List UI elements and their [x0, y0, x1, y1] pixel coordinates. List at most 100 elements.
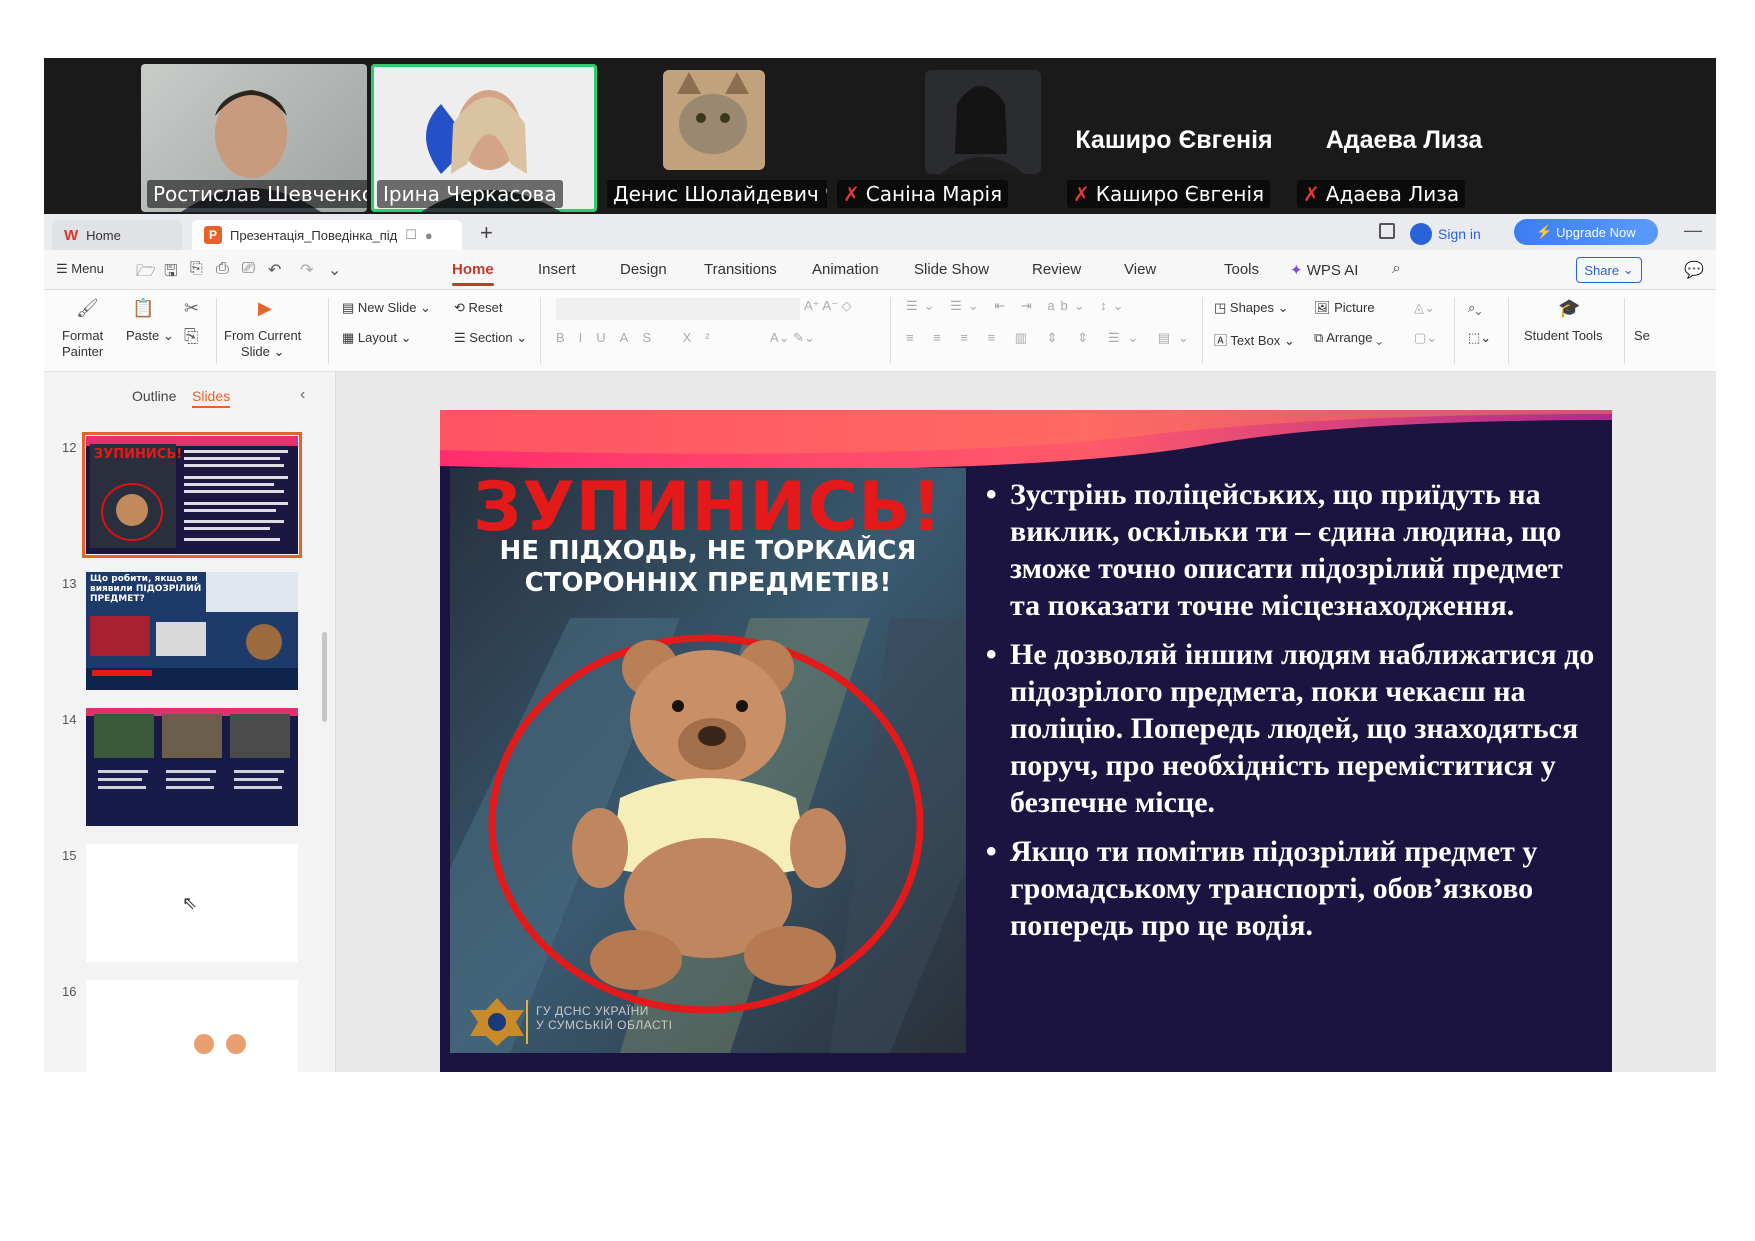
wps-ai-label: WPS AI [1306, 262, 1359, 279]
participant-tile[interactable]: Адаева Лиза ✗ Адаева Лиза [1291, 64, 1517, 212]
participant-tile-active[interactable]: Ірина Черкасова [371, 64, 597, 212]
paste-button[interactable]: Paste ⌄ [126, 328, 174, 344]
grow-font-icon[interactable]: A⁺ A⁻ ◇ [804, 298, 852, 314]
tab-tools[interactable]: Tools [1224, 261, 1259, 278]
from-current-slide-button[interactable]: From Current Slide ⌄ [224, 328, 301, 360]
participant-tile[interactable]: ✗ Саніна Марія [831, 64, 1057, 212]
collapse-pane-icon[interactable]: ‹ [300, 386, 305, 404]
reset-icon: ⟲ [454, 300, 469, 315]
outline-icon[interactable]: ▢⌄ [1414, 330, 1437, 346]
slide-number: 13 [62, 576, 77, 591]
tab-slides[interactable]: Slides [192, 388, 231, 408]
ribbon-divider [1454, 298, 1455, 364]
list-buttons[interactable]: ☰⌄ ☰⌄ ⇤ ⇥ ab⌄ ↕⌄ [906, 298, 1130, 314]
slide-thumbnail-12[interactable]: ЗУПИНИСЬ! [82, 432, 302, 558]
format-painter-button[interactable]: Format Painter [62, 328, 103, 360]
student-tools-button[interactable]: Student Tools [1524, 328, 1603, 343]
tab-design[interactable]: Design [620, 261, 667, 278]
font-format-buttons[interactable]: BIUAS X² [556, 330, 724, 345]
arrange-icon: ⧉ [1314, 330, 1327, 345]
participant-name: ✗ Каширо Євгенія [1067, 180, 1271, 208]
ribbon-divider [328, 298, 329, 364]
shapes-button[interactable]: ◳ Shapes ⌄ [1214, 300, 1289, 316]
tab-home[interactable]: Home [452, 261, 494, 286]
save-icon[interactable]: 🖫 [164, 260, 178, 287]
home-doc-tab[interactable]: W Home [52, 220, 182, 250]
screenshot-root: Ростислав Шевченко Ірина Черкасова Денис… [0, 0, 1755, 1241]
comment-icon[interactable]: 💬 [1684, 260, 1704, 280]
export-icon[interactable]: ⎘ [190, 260, 203, 278]
font-name-select[interactable] [556, 298, 800, 320]
participant-name: ✗ Адаева Лиза [1297, 180, 1466, 208]
slide-thumbnail-13[interactable]: Що робити, якщо ви виявили ПІДОЗРІЛИЙ ПР… [86, 572, 298, 690]
slide-thumbnail-16[interactable] [86, 980, 298, 1072]
menu-label: Menu [71, 261, 104, 276]
picture-button[interactable]: 🖼 Picture [1314, 300, 1375, 316]
format-painter-icon: 🖌 [76, 298, 99, 318]
tab-transitions[interactable]: Transitions [704, 261, 777, 278]
print-preview-icon[interactable]: ⎚ [242, 260, 255, 278]
minimize-icon[interactable]: — [1684, 220, 1702, 241]
share-button[interactable]: Share ⌄ [1576, 257, 1642, 283]
sparkle-icon: ✦ [1290, 262, 1307, 279]
ribbon-divider [1624, 298, 1625, 364]
tab-view[interactable]: View [1124, 261, 1156, 278]
user-avatar-icon [1410, 223, 1432, 245]
pane-scrollbar[interactable] [322, 632, 327, 722]
main-menu-button[interactable]: ☰ Menu [56, 261, 104, 277]
participant-tile[interactable]: Денис Шолайдевич 9 к... [601, 64, 827, 212]
undo-icon[interactable]: ↶ [268, 260, 281, 280]
cloud-icon: ☐ [405, 227, 417, 242]
open-folder-icon[interactable]: 🗁 [136, 260, 156, 287]
new-slide-button[interactable]: ▤ New Slide ⌄ [342, 300, 431, 316]
new-slide-label: New Slide [357, 300, 417, 315]
arrange-button[interactable]: ⧉ Arrange ⌄ [1314, 330, 1382, 346]
window-restore-icon[interactable] [1379, 223, 1395, 239]
wps-presentation-window: W Home P Презентація_Поведінка_під ☐ ● +… [44, 214, 1716, 1072]
current-slide[interactable]: ЗУПИНИСЬ! НЕ ПІДХОДЬ, НЕ ТОРКАЙСЯ СТОРОН… [440, 410, 1612, 1072]
slide-thumbnail-14[interactable] [86, 708, 298, 826]
tab-review[interactable]: Review [1032, 261, 1081, 278]
font-color-icon[interactable]: A⌄ ✎⌄ [770, 330, 815, 346]
tab-animation[interactable]: Animation [812, 261, 879, 278]
ribbon-overflow-label[interactable]: Se [1634, 328, 1650, 343]
text-box-icon: 🄰 [1214, 333, 1231, 348]
lightning-icon: ⚡ [1536, 224, 1557, 239]
ribbon-divider [1508, 298, 1509, 364]
slide-bullet-list[interactable]: Зустрінь поліцейських, що приїдуть на ви… [986, 476, 1598, 956]
redo-icon[interactable]: ↷ [300, 260, 313, 280]
new-tab-button[interactable]: + [480, 220, 493, 246]
find-icon[interactable]: ⌕⌄ [1468, 300, 1481, 316]
tab-slide-show[interactable]: Slide Show [914, 261, 989, 278]
bullet-item: Якщо ти помітив підозрілий предмет у гро… [986, 833, 1598, 944]
upgrade-label: Upgrade Now [1556, 224, 1636, 240]
chevron-down-icon[interactable]: ⌄ [328, 260, 341, 280]
upgrade-button[interactable]: ⚡ Upgrade Now [1514, 219, 1658, 245]
slide-number: 14 [62, 712, 77, 727]
participant-tile[interactable]: Каширо Євгенія ✗ Каширо Євгенія [1061, 64, 1287, 212]
copy-icon[interactable]: ⎘ [184, 326, 198, 347]
fill-icon[interactable]: ◬⌄ [1414, 300, 1435, 316]
sign-in-button[interactable]: Sign in [1410, 223, 1481, 245]
participant-tile[interactable]: Ростислав Шевченко [141, 64, 367, 212]
poster-org-line-1: ГУ ДСНС УКРАЇНИ [536, 1004, 649, 1018]
presentation-doc-tab[interactable]: P Презентація_Поведінка_під ☐ ● [192, 220, 462, 250]
tab-insert[interactable]: Insert [538, 261, 576, 278]
wps-ai-button[interactable]: ✦ WPS AI [1290, 261, 1358, 279]
select-icon[interactable]: ⬚⌄ [1468, 330, 1491, 346]
reset-button[interactable]: ⟲ Reset [454, 300, 502, 316]
cut-icon[interactable]: ✂ [184, 298, 199, 319]
tab-outline[interactable]: Outline [132, 388, 176, 404]
text-box-button[interactable]: 🄰 Text Box ⌄ [1214, 330, 1295, 349]
participant-name: ✗ Саніна Марія [837, 180, 1009, 208]
layout-button[interactable]: ▦ Layout ⌄ [342, 330, 411, 346]
search-icon[interactable]: ⌕ [1392, 260, 1401, 278]
document-tab-bar: W Home P Презентація_Поведінка_під ☐ ● +… [44, 214, 1716, 250]
graduation-cap-icon: 🎓 [1558, 298, 1581, 318]
align-buttons[interactable]: ≡ ≡ ≡ ≡ ▥ ⇕ ⇕ ☰⌄ ▤⌄ [906, 330, 1197, 346]
thumbnail-art: Що робити, якщо ви виявили ПІДОЗРІЛИЙ ПР… [86, 572, 298, 690]
slide-canvas-area: ЗУПИНИСЬ! НЕ ПІДХОДЬ, НЕ ТОРКАЙСЯ СТОРОН… [336, 372, 1716, 1072]
print-icon[interactable]: ⎙ [216, 260, 229, 278]
section-button[interactable]: ☰ Section ⌄ [454, 330, 527, 346]
shapes-label: Shapes [1229, 300, 1274, 315]
